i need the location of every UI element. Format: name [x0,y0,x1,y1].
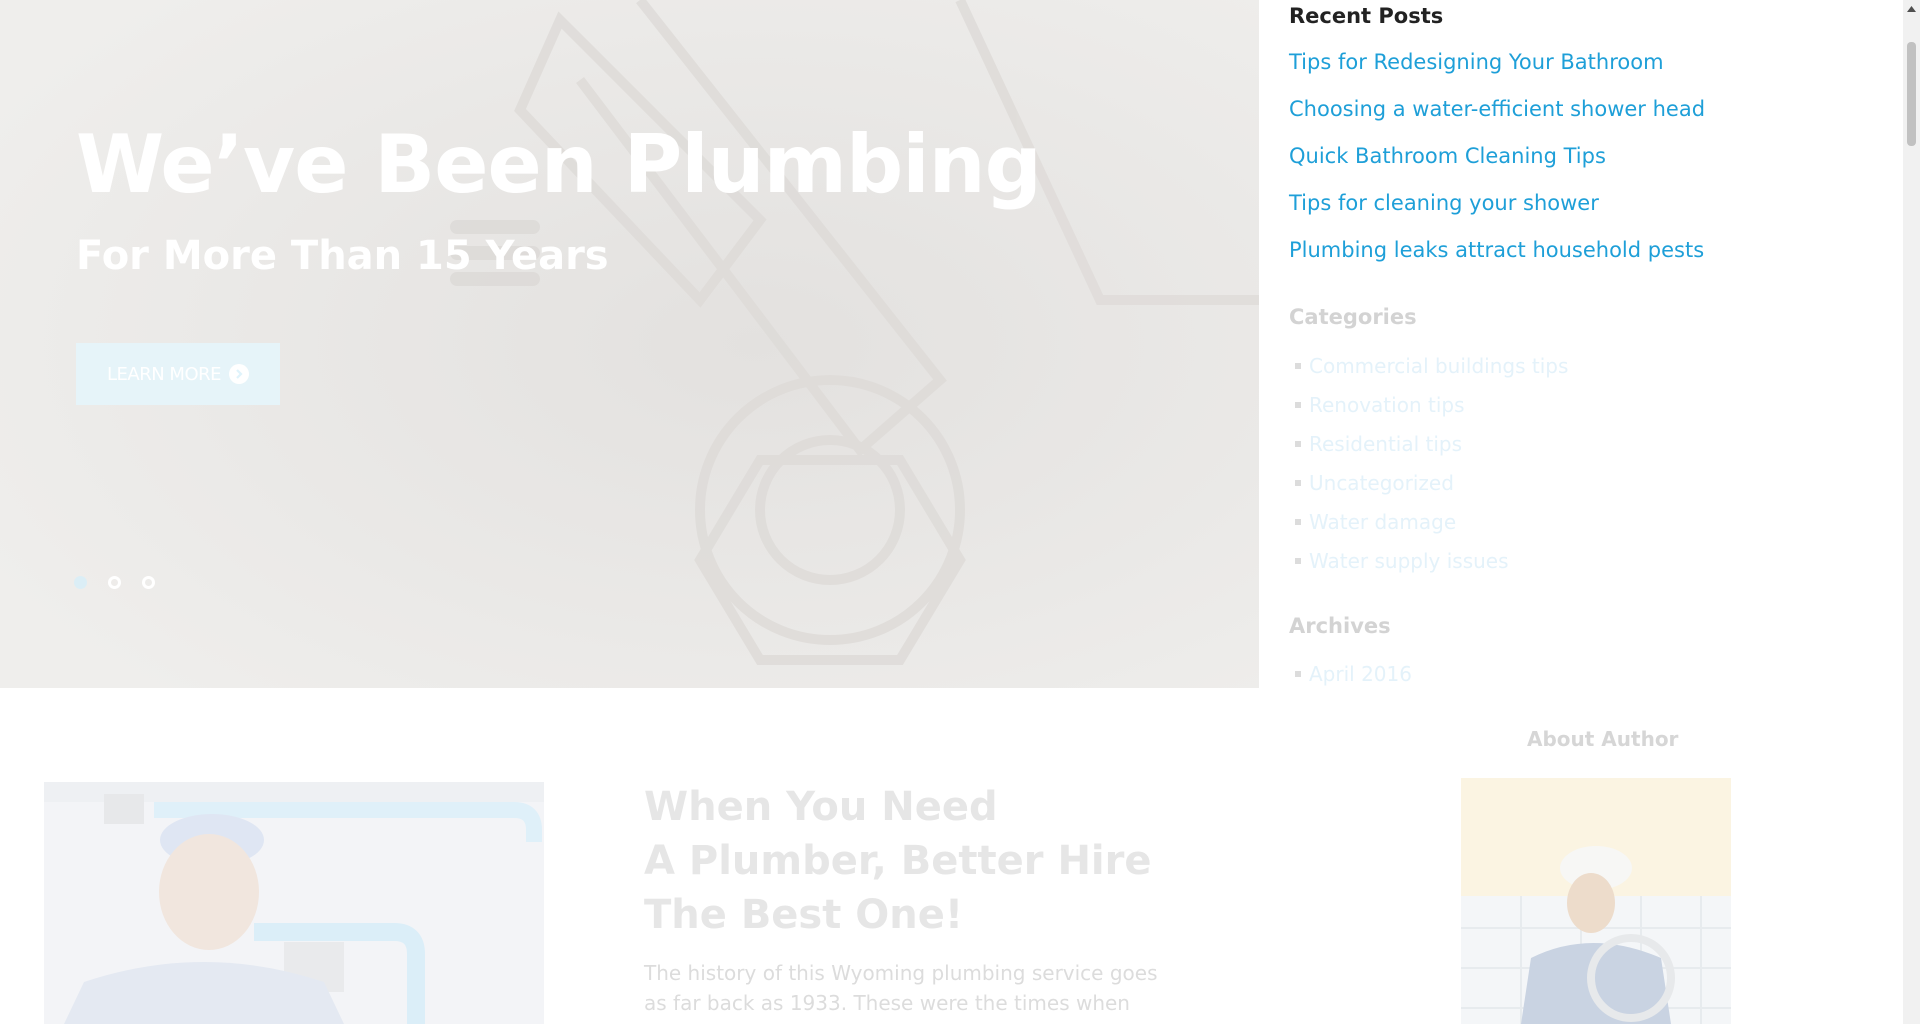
category-link[interactable]: Residential tips [1309,432,1462,456]
list-item: Tips for cleaning your shower [1289,191,1705,238]
bullet-icon [1295,363,1301,369]
recent-post-link[interactable]: Choosing a water-efficient shower head [1289,97,1705,121]
recent-posts-title: Recent Posts [1289,4,1444,28]
list-item: Water damage [1289,510,1568,549]
list-item: Choosing a water-efficient shower head [1289,97,1705,144]
archives-title: Archives [1289,614,1391,638]
content-body: The history of this Wyoming plumbing ser… [644,958,1164,1018]
content-heading-line: The Best One! [644,892,964,938]
content-heading: When You Need A Plumber, Better Hire The… [644,780,1151,942]
recent-post-link[interactable]: Plumbing leaks attract household pests [1289,238,1704,262]
category-link[interactable]: Uncategorized [1309,471,1454,495]
recent-post-link[interactable]: Quick Bathroom Cleaning Tips [1289,144,1606,168]
list-item: Renovation tips [1289,393,1568,432]
list-item: Water supply issues [1289,549,1568,588]
bullet-icon [1295,671,1301,677]
slide-dot-3[interactable] [142,576,155,589]
scrollbar-thumb[interactable] [1907,42,1916,146]
bullet-icon [1295,519,1301,525]
arrow-right-circle-icon [229,364,249,384]
list-item: Plumbing leaks attract household pests [1289,238,1705,285]
bullet-icon [1295,402,1301,408]
vertical-scrollbar[interactable] [1903,0,1920,1024]
bullet-icon [1295,480,1301,486]
about-author-title: About Author [1527,727,1679,751]
bullet-icon [1295,441,1301,447]
learn-more-button[interactable]: LEARN MORE [76,343,280,405]
archives-list: April 2016 [1289,662,1412,686]
categories-list: Commercial buildings tips Renovation tip… [1289,354,1568,588]
content-heading-line: A Plumber, Better Hire [644,838,1152,884]
category-link[interactable]: Water damage [1309,510,1456,534]
category-link[interactable]: Commercial buildings tips [1309,354,1568,378]
recent-post-link[interactable]: Tips for cleaning your shower [1289,191,1599,215]
scroll-up-arrow-icon[interactable] [1903,0,1920,17]
slide-dot-1[interactable] [74,576,87,589]
categories-title: Categories [1289,305,1417,329]
recent-posts-list: Tips for Redesigning Your Bathroom Choos… [1289,50,1705,285]
bullet-icon [1295,558,1301,564]
author-photo [1461,778,1731,1024]
slider-pagination [74,576,155,589]
content-body-line: as far back as 1933. These were the time… [644,991,1130,1015]
hero-title: We’ve Been Plumbing [76,118,1042,211]
list-item: April 2016 [1289,662,1412,686]
hero-slider: We’ve Been Plumbing For More Than 15 Yea… [0,0,1259,688]
list-item: Uncategorized [1289,471,1568,510]
content-body-line: The history of this Wyoming plumbing ser… [644,961,1158,985]
list-item: Residential tips [1289,432,1568,471]
category-link[interactable]: Water supply issues [1309,549,1509,573]
learn-more-label: LEARN MORE [107,363,222,385]
archive-link[interactable]: April 2016 [1309,662,1412,686]
list-item: Tips for Redesigning Your Bathroom [1289,50,1705,97]
content-heading-line: When You Need [644,784,998,830]
recent-post-link[interactable]: Tips for Redesigning Your Bathroom [1289,50,1664,74]
plumber-photo [44,782,544,1024]
list-item: Commercial buildings tips [1289,354,1568,393]
slide-dot-2[interactable] [108,576,121,589]
category-link[interactable]: Renovation tips [1309,393,1465,417]
list-item: Quick Bathroom Cleaning Tips [1289,144,1705,191]
hero-subtitle: For More Than 15 Years [76,233,609,279]
